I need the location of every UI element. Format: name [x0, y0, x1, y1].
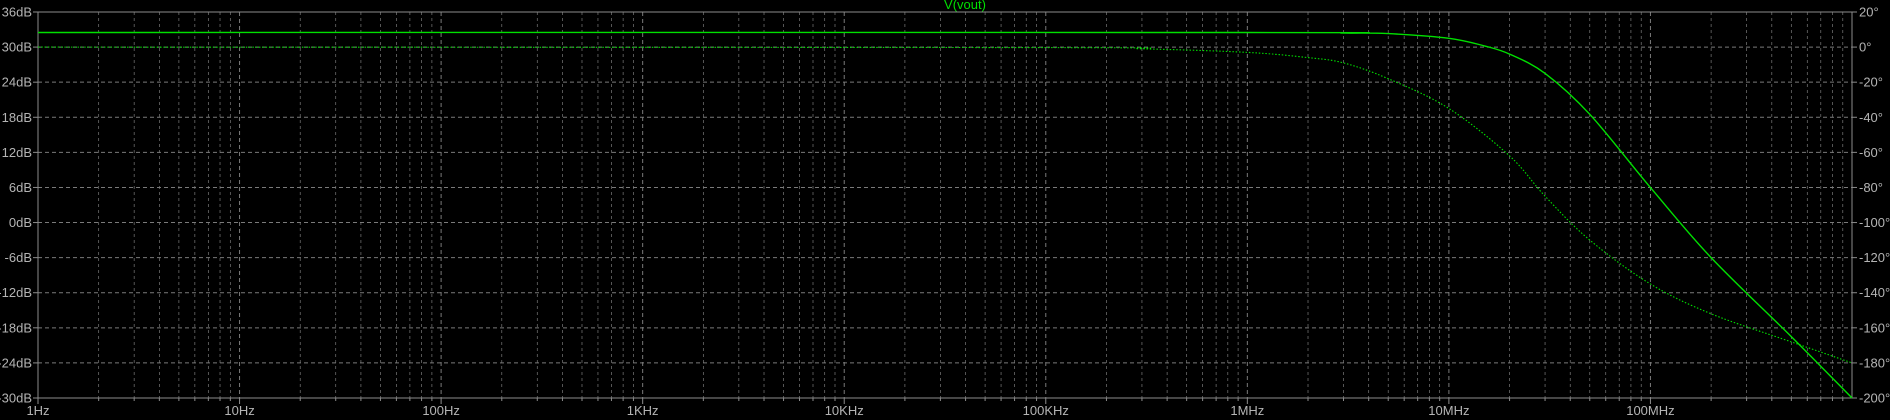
y-right-tick-label: -20° — [1859, 75, 1883, 90]
y-left-tick-label: 6dB — [9, 180, 32, 195]
y-left-tick-label: 24dB — [2, 75, 32, 90]
y-left-tick-label: -6dB — [5, 250, 32, 265]
y-right-tick-label: 20° — [1859, 5, 1879, 20]
y-right-tick-label: -80° — [1859, 180, 1883, 195]
y-right-tick-label: -200° — [1859, 391, 1890, 406]
chart-title: V(vout) — [944, 0, 986, 12]
x-tick-label: 1MHz — [1230, 403, 1264, 418]
y-left-tick-label: -18dB — [0, 320, 32, 335]
y-right-tick-label: 0° — [1859, 40, 1871, 55]
y-left-tick-label: -24dB — [0, 355, 32, 370]
y-right-tick-label: -180° — [1859, 355, 1890, 370]
y-left-tick-label: 0dB — [9, 215, 32, 230]
y-right-tick-label: -60° — [1859, 145, 1883, 160]
x-tick-label: 10MHz — [1428, 403, 1469, 418]
y-left-tick-label: 36dB — [2, 5, 32, 20]
y-right-tick-label: -120° — [1859, 250, 1890, 265]
y-left-tick-label: 18dB — [2, 110, 32, 125]
x-tick-label: 10Hz — [224, 403, 254, 418]
y-left-tick-label: -30dB — [0, 391, 32, 406]
x-tick-label: 100Hz — [422, 403, 460, 418]
y-left-tick-label: -12dB — [0, 285, 32, 300]
y-right-tick-label: -140° — [1859, 285, 1890, 300]
y-left-tick-label: 12dB — [2, 145, 32, 160]
bode-plot: 1Hz 10Hz 100Hz 1KHz 10KHz 100KHz 1MHz 10MHz 100M… — [0, 0, 1890, 420]
x-tick-label: 10KHz — [825, 403, 864, 418]
x-tick-label: 100KHz — [1023, 403, 1069, 418]
y-right-tick-label: -100° — [1859, 215, 1890, 230]
plot-background — [0, 0, 1890, 420]
y-right-tick-label: -40° — [1859, 110, 1883, 125]
x-tick-label: 1KHz — [627, 403, 659, 418]
y-left-tick-label: 30dB — [2, 40, 32, 55]
x-tick-label: 100MHz — [1626, 403, 1674, 418]
y-right-tick-label: -160° — [1859, 320, 1890, 335]
